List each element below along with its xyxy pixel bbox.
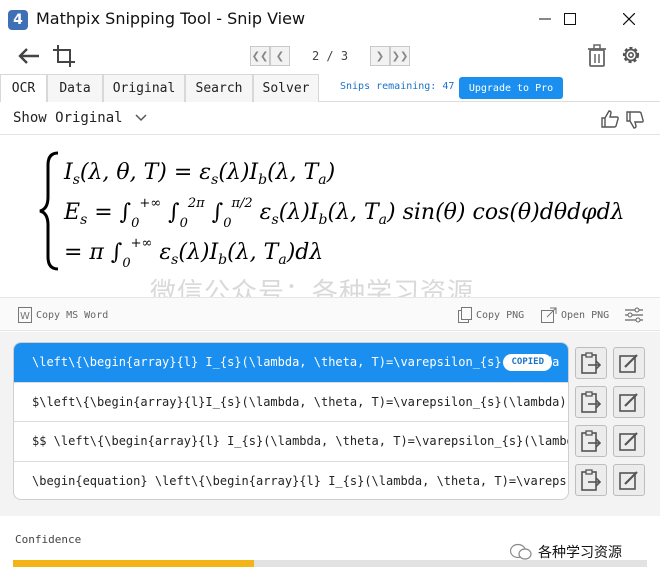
sliders-icon[interactable] — [625, 307, 643, 323]
toolbar: ❮❮ ❮ 2 / 3 ❯ ❯❯ — [0, 38, 660, 74]
wechat-watermark: 各种学习资源 — [510, 542, 622, 562]
gear-icon[interactable] — [620, 44, 642, 66]
wechat-label: 各种学习资源 — [538, 545, 622, 561]
show-original-row: Show Original — [0, 104, 660, 134]
latex-result-row[interactable]: \begin{equation} \left\{\begin{array}{l}… — [14, 462, 568, 500]
svg-text:= π ∫0+∞ εs(λ)Ib(λ, Ta)dλ: = π ∫0+∞ εs(λ)Ib(λ, Ta)dλ — [64, 236, 323, 271]
back-arrow-icon[interactable] — [17, 46, 41, 66]
paste-icon — [581, 469, 601, 491]
mathpix-logo-icon: 4 — [8, 10, 28, 30]
edit-icon — [619, 354, 638, 373]
latex-result-row[interactable]: $\left\{\begin{array}{l}I_{s}(\lambda, \… — [14, 383, 568, 422]
paste-result-button[interactable] — [575, 464, 607, 496]
open-png-label: Open PNG — [561, 309, 610, 321]
paste-icon — [581, 430, 601, 452]
page-counter: 2 / 3 — [311, 49, 349, 63]
latex-result-text: $$ \left\{\begin{array}{l} I_{s}(\lambda… — [32, 434, 568, 448]
window-title: Mathpix Snipping Tool - Snip View — [36, 9, 306, 28]
crop-icon[interactable] — [52, 44, 76, 68]
open-external-icon — [541, 307, 557, 323]
first-page-icon[interactable]: ❮❮ — [250, 46, 270, 66]
chevron-down-icon — [135, 114, 147, 122]
svg-text:W: W — [20, 311, 30, 322]
thumbs-up-icon[interactable] — [600, 109, 620, 129]
edit-icon — [619, 393, 638, 412]
edit-icon — [619, 471, 638, 490]
tab-ocr[interactable]: OCR — [0, 74, 47, 102]
confidence-bar-fill — [13, 560, 254, 567]
snips-remaining: Snips remaining: 47 — [340, 81, 455, 92]
pager: ❮❮ ❮ 2 / 3 ❯ ❯❯ — [250, 44, 410, 68]
edit-result-button[interactable] — [613, 464, 645, 496]
action-row: W Copy MS Word Copy PNG Open PNG — [0, 297, 660, 331]
svg-text:Es = ∫0+∞ ∫02π ∫0π/2 εs(λ)Ib(λ: Es = ∫0+∞ ∫02π ∫0π/2 εs(λ)Ib(λ, Ta) sin(… — [63, 196, 625, 231]
edit-result-button[interactable] — [613, 386, 645, 418]
trash-icon[interactable] — [587, 44, 607, 68]
open-png-button[interactable]: Open PNG — [541, 307, 609, 323]
upgrade-button[interactable]: Upgrade to Pro — [459, 77, 563, 99]
results-panel: \left\{\begin{array}{l} I_{s}(\lambda, \… — [0, 332, 660, 516]
maximize-icon — [564, 13, 576, 25]
paste-icon — [581, 391, 601, 413]
prev-page-icon[interactable]: ❮ — [270, 46, 290, 66]
edit-result-button[interactable] — [613, 425, 645, 457]
latex-result-row[interactable]: \left\{\begin{array}{l} I_{s}(\lambda, \… — [14, 343, 568, 383]
tab-search[interactable]: Search — [185, 74, 253, 102]
tab-original[interactable]: Original — [103, 74, 185, 102]
latex-result-list: \left\{\begin{array}{l} I_{s}(\lambda, \… — [13, 342, 569, 500]
paste-result-button[interactable] — [575, 347, 607, 379]
paste-result-button[interactable] — [575, 425, 607, 457]
latex-result-text: \begin{equation} \left\{\begin{array}{l}… — [32, 473, 567, 488]
copy-png-label: Copy PNG — [476, 309, 525, 321]
paste-icon — [581, 352, 601, 374]
thumbs-down-icon[interactable] — [625, 110, 645, 130]
confidence-section: Confidence 各种学习资源 — [0, 518, 660, 582]
copy-icon — [458, 307, 472, 323]
latex-result-row[interactable]: $$ \left\{\begin{array}{l} I_{s}(\lambda… — [14, 422, 568, 462]
edit-icon — [619, 432, 638, 451]
paste-result-button[interactable] — [575, 386, 607, 418]
title-bar: 4 Mathpix Snipping Tool - Snip View — [0, 0, 660, 38]
show-original-toggle[interactable]: Show Original — [13, 110, 147, 126]
last-page-icon[interactable]: ❯❯ — [390, 46, 410, 66]
tab-data[interactable]: Data — [47, 74, 103, 102]
word-icon: W — [18, 307, 32, 323]
copied-badge: COPIED — [503, 354, 552, 371]
edit-result-button[interactable] — [613, 347, 645, 379]
close-icon — [623, 13, 635, 25]
close-button[interactable] — [606, 0, 652, 38]
confidence-label: Confidence — [15, 533, 82, 546]
svg-text:Is(λ, θ, T) = εs(λ)Ib(λ, Ta): Is(λ, θ, T) = εs(λ)Ib(λ, Ta) — [63, 160, 335, 188]
tab-bar: OCR Data Original Search Solver Snips re… — [0, 74, 660, 102]
wechat-icon — [510, 543, 532, 560]
latex-result-text: \left\{\begin{array}{l} I_{s}(\lambda, \… — [32, 355, 560, 369]
copy-ms-word-label: Copy MS Word — [36, 309, 109, 321]
tab-solver[interactable]: Solver — [253, 74, 319, 102]
latex-result-text: $\left\{\begin{array}{l}I_{s}(\lambda, \… — [32, 394, 567, 409]
copy-ms-word-button[interactable]: W Copy MS Word — [18, 307, 108, 323]
copy-png-button[interactable]: Copy PNG — [458, 307, 524, 323]
maximize-button[interactable] — [547, 0, 593, 38]
show-original-label: Show Original — [13, 110, 123, 126]
next-page-icon[interactable]: ❯ — [370, 46, 390, 66]
